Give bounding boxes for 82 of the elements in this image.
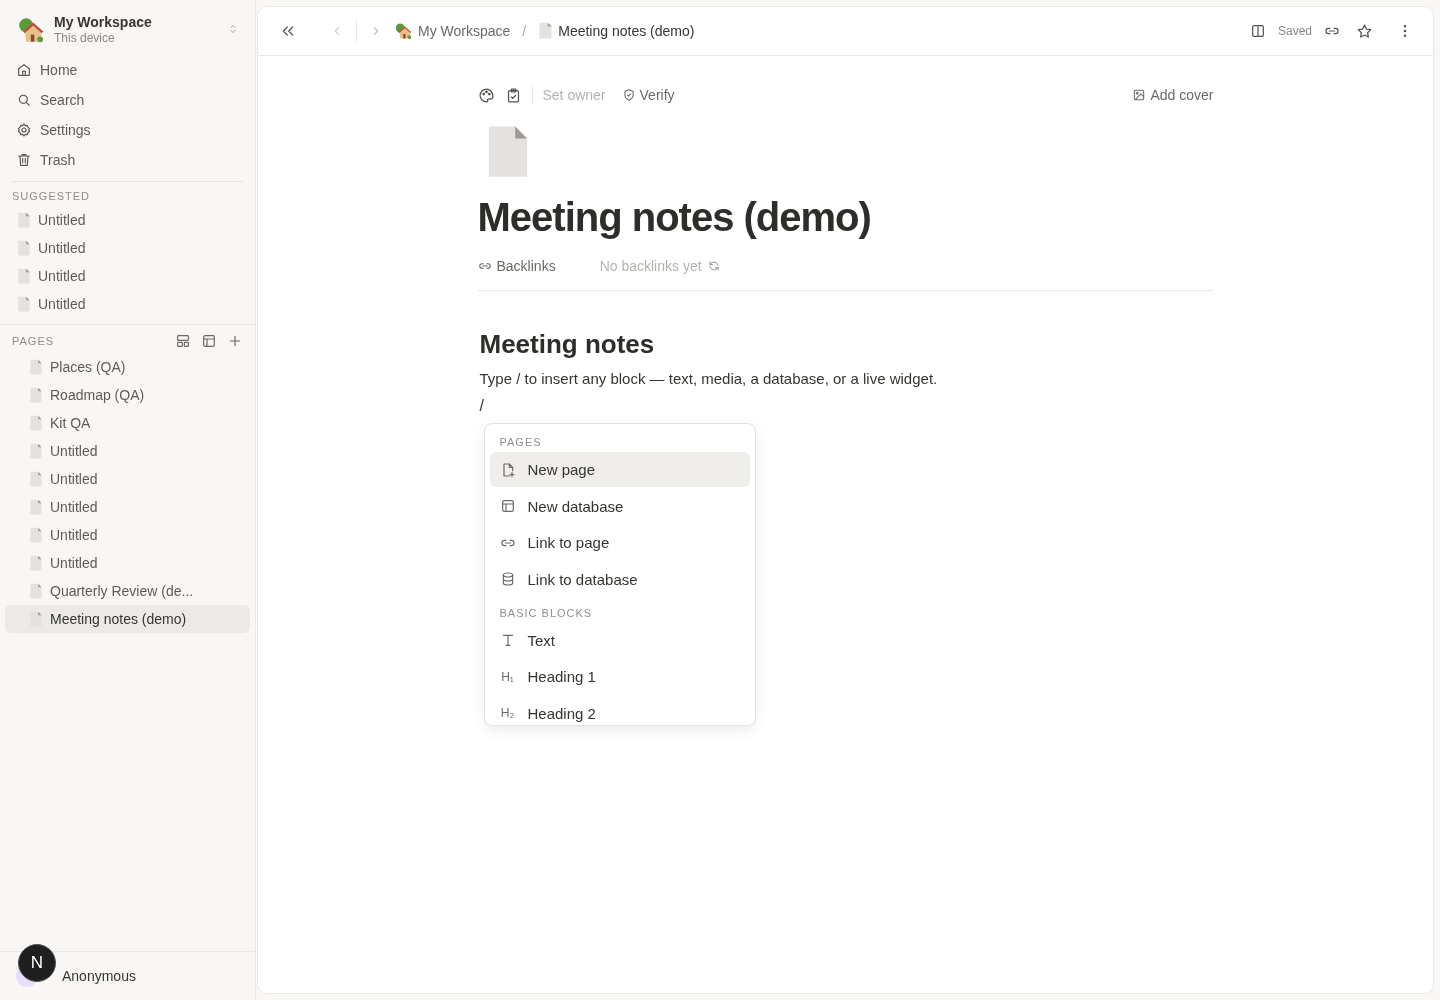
refresh-button[interactable] xyxy=(707,260,720,273)
nav-item[interactable]: Trash xyxy=(6,145,249,175)
menu-item[interactable]: New page xyxy=(489,452,750,488)
page-item[interactable]: Quarterly Review (de... xyxy=(5,577,250,605)
page-icon xyxy=(29,526,43,544)
heading-icon: H₁ xyxy=(501,669,514,684)
plus-icon xyxy=(227,333,243,349)
house-icon xyxy=(395,22,413,40)
heading-icon: H₂ xyxy=(500,706,515,721)
suggested-item[interactable]: Untitled xyxy=(5,290,250,318)
page-item[interactable]: Roadmap (QA) xyxy=(5,381,250,409)
layout-icon xyxy=(175,333,191,349)
page-icon xyxy=(17,211,31,229)
page-title[interactable]: Meeting notes (demo) xyxy=(477,195,1214,241)
page-icon xyxy=(29,414,43,432)
workspace-name[interactable]: My Workspace xyxy=(54,14,219,30)
section-heading: PAGES xyxy=(12,335,56,347)
page-icon xyxy=(29,610,43,628)
page-item[interactable]: Kit QA xyxy=(5,409,250,437)
backlinks-empty-text: No backlinks yet xyxy=(599,258,702,275)
page-item[interactable]: Untitled xyxy=(5,493,250,521)
suggested-item[interactable]: Untitled xyxy=(5,206,250,234)
slash-command-text[interactable]: / xyxy=(479,397,484,415)
suggested-item[interactable]: Untitled xyxy=(5,262,250,290)
settings-icon xyxy=(16,122,32,138)
trash-icon xyxy=(16,152,32,168)
backlinks-button[interactable]: Backlinks xyxy=(477,258,556,275)
page-item[interactable]: Untitled xyxy=(5,437,250,465)
home-icon xyxy=(16,62,32,78)
workspace-subtitle: This device xyxy=(54,31,116,45)
section-heading: SUGGESTED xyxy=(12,190,92,202)
menu-section-heading: PAGES xyxy=(498,435,543,451)
page-icon xyxy=(17,239,31,257)
theme-button[interactable] xyxy=(477,86,495,104)
page-icon xyxy=(29,582,43,600)
palette-icon xyxy=(477,86,495,104)
house-icon xyxy=(18,15,46,44)
nav-item[interactable]: Settings xyxy=(6,115,249,145)
page-item[interactable]: Places (QA) xyxy=(5,353,250,381)
paragraph[interactable]: Type / to insert any block — text, media, a database, or a live widget. xyxy=(479,370,1214,388)
add-cover-button[interactable]: Add cover xyxy=(1132,87,1214,103)
menu-item[interactable]: New database xyxy=(489,488,750,524)
breadcrumb-separator: / xyxy=(522,23,527,39)
menu-item[interactable]: H₂ Heading 2 xyxy=(489,695,750,726)
page-item[interactable]: Meeting notes (demo) xyxy=(5,605,250,633)
nav-item[interactable]: Home xyxy=(6,55,249,85)
shield-check-icon xyxy=(621,88,636,102)
page-icon xyxy=(538,22,554,40)
page-item[interactable]: Untitled xyxy=(5,549,250,577)
menu-section-heading: BASIC BLOCKS xyxy=(498,605,594,621)
star-icon xyxy=(1356,22,1373,40)
double-chevron-left-icon xyxy=(280,23,296,39)
menu-item[interactable]: Link to database xyxy=(489,561,750,597)
dev-tools-button[interactable]: N xyxy=(18,944,56,982)
page-icon xyxy=(29,386,43,404)
search-icon xyxy=(16,92,32,108)
page-item[interactable]: Untitled xyxy=(5,465,250,493)
page-item[interactable]: Untitled xyxy=(5,521,250,549)
chevron-up-down-icon xyxy=(227,22,239,35)
user-name: Anonymous xyxy=(62,968,136,984)
columns-icon xyxy=(1249,23,1266,39)
menu-item[interactable]: H₁ Heading 1 xyxy=(489,659,750,695)
image-icon xyxy=(1132,88,1147,102)
verify-button[interactable]: Verify xyxy=(621,87,675,103)
suggested-item[interactable]: Untitled xyxy=(5,234,250,262)
table-icon xyxy=(499,498,516,515)
breadcrumb-link[interactable]: Meeting notes (demo) xyxy=(538,22,695,40)
table-icon xyxy=(201,333,217,349)
nav-item[interactable]: Search xyxy=(6,85,249,115)
page-icon xyxy=(29,358,43,376)
menu-item[interactable]: Link to page xyxy=(489,525,750,561)
section-heading[interactable]: Meeting notes xyxy=(479,329,1214,361)
breadcrumb-link[interactable]: My Workspace xyxy=(395,22,511,40)
page-icon xyxy=(29,554,43,572)
page-icon xyxy=(29,498,43,516)
menu-item[interactable]: Text xyxy=(489,622,750,658)
page-icon xyxy=(17,295,31,313)
refresh-icon xyxy=(707,260,720,273)
save-status: Saved xyxy=(1277,24,1312,38)
page-icon xyxy=(29,470,43,488)
page-icon xyxy=(29,442,43,460)
page-icon xyxy=(17,267,31,285)
